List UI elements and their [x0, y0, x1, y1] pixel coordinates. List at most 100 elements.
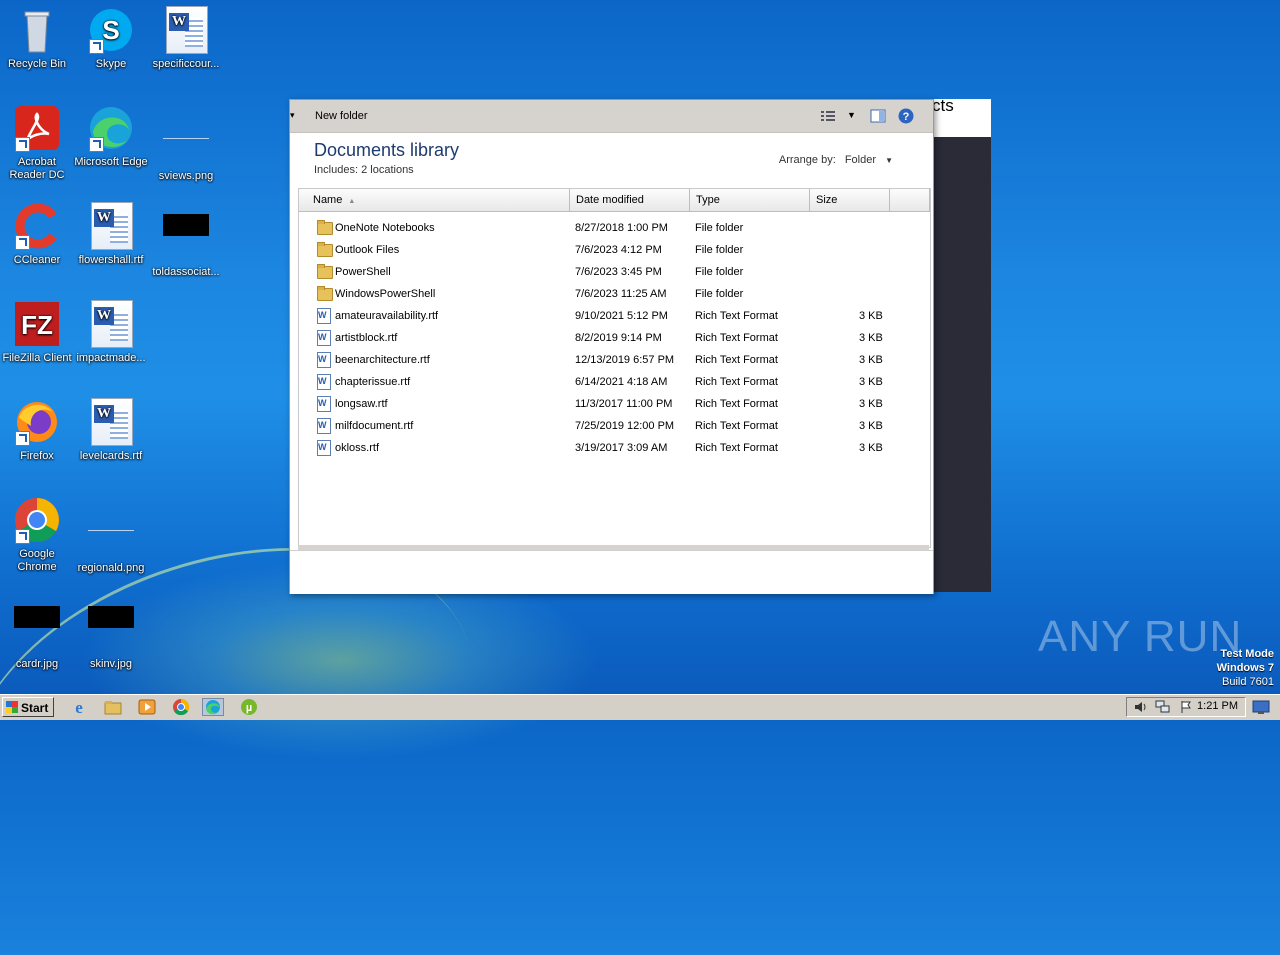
file-date-modified: 7/6/2023 4:12 PM [575, 244, 662, 256]
desktop-icon-specificcour[interactable]: W specificcour... [149, 6, 223, 71]
chrome-icon[interactable] [170, 698, 192, 716]
desktop-icon-label: Recycle Bin [7, 58, 67, 70]
desktop-icon-firefox[interactable]: Firefox [0, 398, 74, 463]
file-row[interactable]: artistblock.rtf 8/2/2019 9:14 PM Rich Text… [299, 327, 930, 349]
file-row[interactable]: longsaw.rtf 11/3/2017 11:00 PM Rich Text F… [299, 393, 930, 415]
file-type: Rich Text Format [695, 376, 778, 388]
rtf-file-icon [317, 352, 331, 368]
desktop-icon-label: flowershall.rtf [78, 254, 144, 266]
shortcut-arrow-icon [15, 235, 30, 250]
desktop-icon-label: Microsoft Edge [74, 156, 148, 168]
arrange-by-label: Arrange by: [778, 154, 836, 166]
file-size: 3 KB [859, 398, 883, 410]
desktop-icon-label: specificcour... [152, 58, 220, 70]
desktop-icon-label: CCleaner [13, 254, 61, 266]
file-row[interactable]: milfdocument.rtf 7/25/2019 12:00 PM Rich T… [299, 415, 930, 437]
folder-icon [317, 220, 333, 235]
column-date-modified[interactable]: Date modified [570, 189, 690, 211]
desktop-icon-cardr[interactable]: cardr.jpg [0, 594, 74, 671]
file-row[interactable]: PowerShell 7/6/2023 3:45 PM File folder [299, 261, 930, 283]
desktop-icon-impactmade[interactable]: W impactmade... [74, 300, 148, 365]
file-name: WindowsPowerShell [335, 288, 436, 300]
test-mode-text: Test Mode Windows 7 Build 7601 [1217, 647, 1274, 689]
background-window-text: cts [932, 96, 954, 115]
file-row[interactable]: okloss.rtf 3/19/2017 3:09 AM Rich Text For… [299, 437, 930, 459]
file-row[interactable]: chapterissue.rtf 6/14/2021 4:18 AM Rich Te… [299, 371, 930, 393]
network-icon[interactable] [1155, 700, 1171, 717]
column-type[interactable]: Type [690, 189, 810, 211]
desktop-icon-acrobat[interactable]: Acrobat Reader DC [0, 104, 74, 182]
taskbar-clock[interactable]: 1:21 PM [1197, 700, 1238, 712]
file-row[interactable]: Outlook Files 7/6/2023 4:12 PM File folder [299, 239, 930, 261]
test-mode-line1: Test Mode [1220, 648, 1274, 660]
includes-label: Includes: [314, 164, 359, 176]
file-type: File folder [695, 244, 744, 256]
new-folder-button[interactable]: New folder [315, 110, 368, 122]
column-size[interactable]: Size [810, 189, 890, 211]
start-button[interactable]: Start [2, 697, 54, 717]
file-row[interactable]: amateuravailability.rtf 9/10/2021 5:12 PM… [299, 305, 930, 327]
word-doc-icon: W [87, 398, 135, 446]
desktop-icon-flowershall[interactable]: W flowershall.rtf [74, 202, 148, 267]
file-type: Rich Text Format [695, 310, 778, 322]
file-row[interactable]: WindowsPowerShell 7/6/2023 11:25 AM File f… [299, 283, 930, 305]
shortcut-arrow-icon [89, 39, 104, 54]
arrange-dropdown-arrow-icon[interactable]: ▼ [885, 156, 893, 165]
toolbar-overflow-arrow-icon[interactable]: ▾ [290, 110, 295, 121]
file-date-modified: 7/6/2023 3:45 PM [575, 266, 662, 278]
file-name: okloss.rtf [335, 442, 380, 454]
help-icon[interactable]: ? [898, 108, 914, 124]
desktop-icon-edge[interactable]: Microsoft Edge [74, 104, 148, 169]
word-doc-icon: W [87, 300, 135, 348]
volume-icon[interactable] [1133, 700, 1147, 717]
file-type: Rich Text Format [695, 398, 778, 410]
preview-pane-icon[interactable] [870, 108, 886, 124]
media-player-icon[interactable] [136, 698, 158, 716]
skype-icon: S [87, 6, 135, 54]
edge-icon[interactable] [202, 698, 224, 716]
ie-icon[interactable]: e [68, 698, 90, 717]
rtf-file-icon [317, 440, 331, 456]
view-dropdown-arrow-icon[interactable]: ▼ [847, 110, 856, 120]
shortcut-arrow-icon [15, 431, 30, 446]
file-date-modified: 9/10/2021 5:12 PM [575, 310, 668, 322]
desktop-icon-label: Google Chrome [17, 548, 57, 573]
column-filler [890, 189, 930, 211]
desktop-icon-sviews[interactable]: sviews.png [149, 104, 223, 183]
desktop-icon-regionald[interactable]: regionald.png [74, 496, 148, 575]
action-center-flag-icon[interactable] [1179, 700, 1193, 717]
file-type: Rich Text Format [695, 332, 778, 344]
background-window[interactable]: cts [932, 96, 991, 592]
file-date-modified: 7/6/2023 11:25 AM [575, 288, 667, 300]
file-type: Rich Text Format [695, 420, 778, 432]
desktop-icon-levelcards[interactable]: W levelcards.rtf [74, 398, 148, 463]
includes-locations-link[interactable]: 2 locations [361, 164, 414, 176]
desktop-icon-recycle-bin[interactable]: Recycle Bin [0, 6, 74, 71]
column-name[interactable]: Name ▲ [299, 189, 570, 211]
column-headers: Name ▲ Date modified Type Size [299, 189, 930, 212]
show-desktop-icon[interactable] [1250, 698, 1276, 716]
file-row[interactable]: beenarchitecture.rtf 12/13/2019 6:57 PM Ri… [299, 349, 930, 371]
desktop-icon-filezilla[interactable]: FZ FileZilla Client [0, 300, 74, 365]
svg-text:µ: µ [246, 702, 252, 714]
explorer-icon[interactable] [102, 698, 124, 716]
desktop-icon-chrome[interactable]: Google Chrome [0, 496, 74, 574]
library-includes: Includes: 2 locations [314, 164, 414, 176]
desktop-icon-skype[interactable]: S Skype [74, 6, 148, 71]
file-row[interactable]: OneNote Notebooks 8/27/2018 1:00 PM File f… [299, 217, 930, 239]
rtf-file-icon [317, 308, 331, 324]
png-file-icon [162, 118, 210, 166]
test-mode-line2: Windows 7 [1216, 662, 1274, 674]
filezilla-icon: FZ [13, 300, 61, 348]
arrange-by-dropdown[interactable]: Folder [845, 154, 876, 166]
file-name: longsaw.rtf [335, 398, 388, 410]
explorer-window[interactable]: ▾ New folder ▼ ? Documents library Inclu… [289, 99, 934, 594]
sort-ascending-icon: ▲ [348, 198, 356, 205]
desktop-icon-ccleaner[interactable]: CCleaner [0, 202, 74, 267]
desktop-icon-label: regionald.png [77, 562, 145, 574]
view-options-icon[interactable] [820, 108, 836, 124]
desktop-icon-toldassociat[interactable]: toldassociat... [149, 202, 223, 279]
desktop-icon-skinv[interactable]: skinv.jpg [74, 594, 148, 671]
utorrent-icon[interactable]: µ [238, 698, 260, 716]
recycle-bin-icon [13, 6, 61, 54]
